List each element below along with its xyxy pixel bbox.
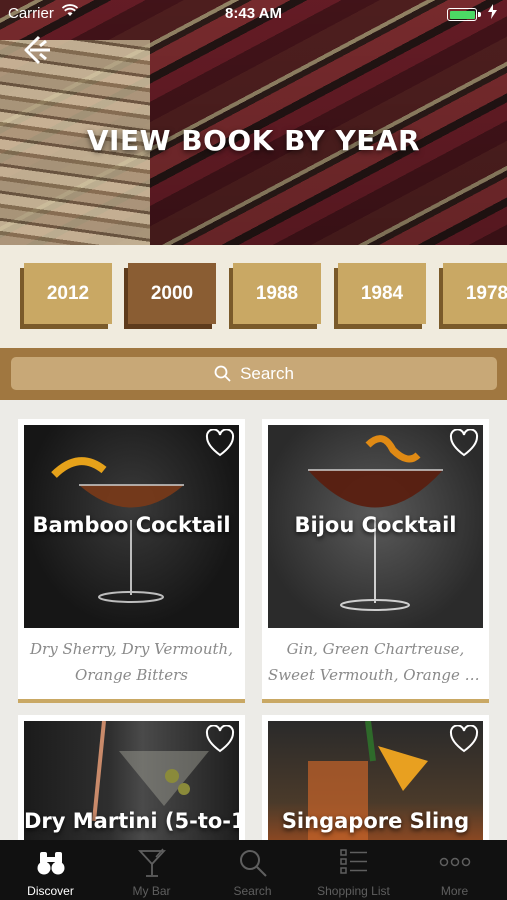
year-button-2012[interactable]: 2012 [20,263,112,329]
favorite-heart-icon[interactable] [449,428,479,462]
ingredients-text: Gin, Green Chartreuse, Sweet Vermouth, O… [268,640,483,684]
cocktail-glass-icon [137,848,166,877]
cocktail-name: Singapore Sling [281,809,470,833]
search-band: Search [0,348,507,400]
page-title: VIEW BOOK BY YEAR [86,124,421,157]
cocktail-card-bamboo[interactable]: Bamboo Cocktail Dry Sherry, Dry Vermouth… [18,419,245,703]
tab-discover[interactable]: Discover [0,840,101,900]
cocktail-name: Bamboo Cocktail [32,513,231,537]
cocktail-card-bijou[interactable]: Bijou Cocktail Gin, Green Chartreuse, Sw… [262,419,489,703]
year-button-1988[interactable]: 1988 [229,263,321,329]
favorite-heart-icon[interactable] [205,428,235,462]
cocktail-name: Bijou Cocktail [294,513,457,537]
year-button-1984[interactable]: 1984 [334,263,426,329]
search-input[interactable]: Search [11,357,497,390]
clock: 8:43 AM [225,5,282,22]
favorite-heart-icon[interactable] [449,724,479,758]
more-dots-icon [439,857,470,867]
ingredients-text: Dry Sherry, Dry Vermouth, Orange Bitters [30,640,233,684]
charging-icon [488,4,497,23]
hero-banner: VIEW BOOK BY YEAR [0,0,507,245]
magnifier-icon [239,850,267,877]
battery-icon [447,8,481,21]
back-button[interactable] [20,33,56,69]
status-bar: Carrier 8:43 AM [0,0,507,28]
tab-search[interactable]: Search [202,840,303,900]
cocktail-name: Dry Martini (5-to-1) [24,809,239,833]
cocktail-photo: Bamboo Cocktail [24,425,239,628]
year-button-1978[interactable]: 1978 [439,263,507,329]
year-button-2000-selected[interactable]: 2000 [124,263,216,329]
back-arrow-icon [24,35,50,65]
year-selector[interactable]: 2012 2000 1988 1984 1978 [0,245,507,348]
favorite-heart-icon[interactable] [205,724,235,758]
search-icon [214,365,231,382]
list-icon [339,849,367,874]
search-placeholder: Search [240,363,294,383]
cocktail-photo: Bijou Cocktail [268,425,483,628]
tab-more[interactable]: More [404,840,505,900]
tab-my-bar[interactable]: My Bar [101,840,202,900]
tab-shopping-list[interactable]: Shopping List [303,840,404,900]
binoculars-icon [37,852,64,875]
tab-bar: Discover My Bar Search Shopping List Mor… [0,840,507,900]
